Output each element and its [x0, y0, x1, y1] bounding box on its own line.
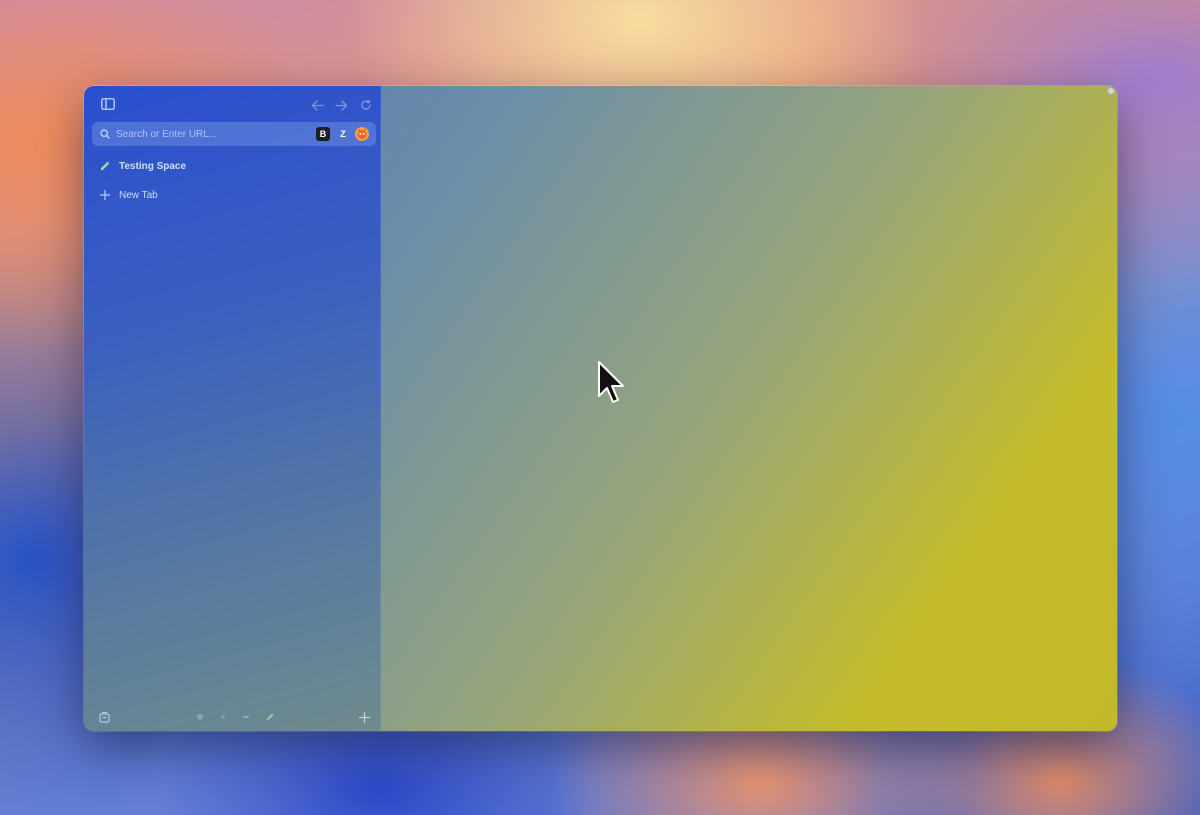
space-dot-icon-2[interactable]	[213, 707, 233, 727]
space-label: Testing Space	[119, 160, 187, 172]
url-bar[interactable]: B Z	[92, 122, 376, 146]
url-input[interactable]	[116, 128, 296, 140]
extension-b-icon[interactable]: B	[316, 127, 330, 141]
new-tab-button[interactable]: New Tab	[98, 186, 158, 204]
search-icon	[100, 129, 110, 139]
sidebar-item-testing-space[interactable]: Testing Space	[98, 157, 186, 175]
sidebar: B Z Testing Space	[84, 86, 381, 731]
extension-z-icon[interactable]: Z	[336, 127, 350, 141]
content-area[interactable]	[381, 86, 1117, 731]
arrow-left-icon[interactable]	[307, 95, 327, 115]
new-tab-label: New Tab	[119, 189, 158, 201]
reload-icon[interactable]	[356, 95, 376, 115]
sidebar-bottom-bar	[84, 703, 380, 731]
sidebar-top-bar	[84, 86, 380, 122]
space-dash-icon[interactable]	[236, 707, 256, 727]
pencil-icon	[98, 159, 112, 173]
mouse-cursor-icon	[596, 360, 628, 410]
sidebar-toggle-icon[interactable]	[98, 94, 118, 114]
plus-icon	[98, 188, 112, 202]
space-pencil-icon[interactable]	[260, 707, 280, 727]
space-dot-icon-1[interactable]	[190, 707, 210, 727]
add-space-icon[interactable]	[354, 707, 374, 727]
archive-icon[interactable]	[94, 707, 114, 727]
extension-mascot-icon[interactable]	[355, 127, 369, 141]
arrow-right-icon[interactable]	[331, 95, 351, 115]
